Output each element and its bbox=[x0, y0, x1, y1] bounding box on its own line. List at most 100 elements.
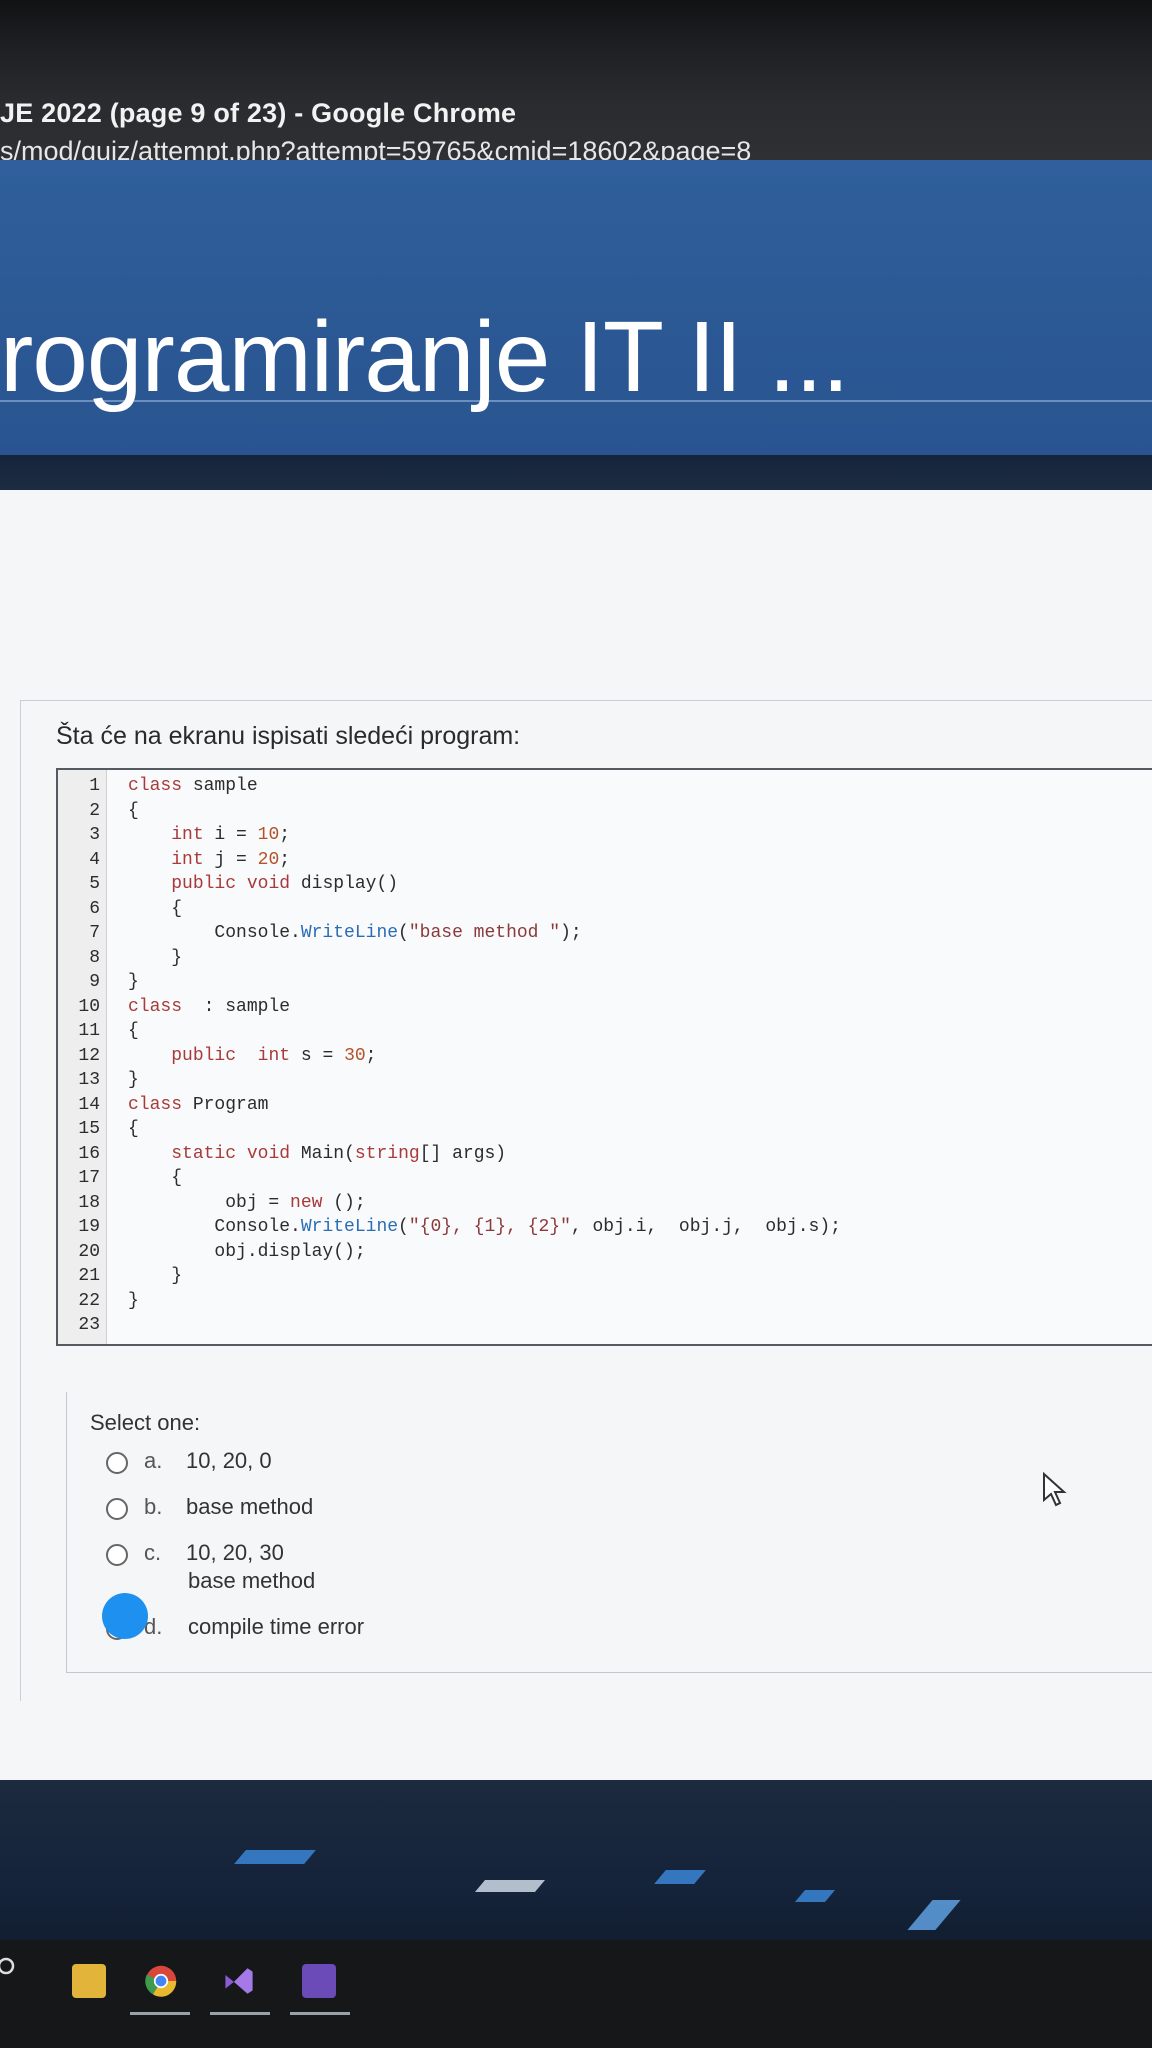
wallpaper-streak bbox=[654, 1870, 706, 1884]
code-line: 23 bbox=[58, 1315, 1152, 1339]
code-line: 14 class Program bbox=[58, 1095, 1152, 1119]
code-text: public void display() bbox=[171, 874, 399, 894]
app-icon[interactable] bbox=[302, 1964, 336, 1998]
touch-indicator bbox=[102, 1593, 148, 1639]
code-line: 2{ bbox=[58, 801, 1152, 825]
search-icon[interactable] bbox=[0, 1956, 22, 1986]
code-text: { bbox=[128, 1119, 139, 1139]
line-number: 1 bbox=[89, 776, 100, 796]
line-number: 8 bbox=[89, 947, 100, 968]
code-text: { bbox=[128, 800, 139, 821]
code-line: 3 int i = 10; bbox=[58, 825, 1152, 849]
code-line: 4 int j = 20; bbox=[58, 850, 1152, 874]
mouse-cursor-icon bbox=[1043, 1471, 1067, 1507]
code-line: 20 obj.display(); bbox=[58, 1242, 1152, 1266]
line-number: 18 bbox=[78, 1192, 100, 1213]
wallpaper-streak bbox=[907, 1900, 961, 1930]
code-text: obj = new (); bbox=[128, 1192, 366, 1213]
option-text: base method bbox=[186, 1494, 314, 1519]
code-text: obj.display(); bbox=[128, 1241, 366, 1262]
question-prompt: Šta će na ekranu ispisati sledeći progra… bbox=[56, 722, 521, 750]
course-title[interactable]: rogramiranje IT II ... bbox=[0, 300, 850, 415]
taskbar-active-indicator bbox=[210, 2012, 270, 2015]
code-text: class sample bbox=[128, 776, 258, 796]
code-text: { bbox=[128, 1021, 139, 1041]
code-text: int j = 20; bbox=[171, 849, 291, 870]
code-text: } bbox=[128, 1070, 139, 1090]
code-line: 12 public int s = 30; bbox=[58, 1046, 1152, 1070]
code-line: 9} bbox=[58, 972, 1152, 996]
window-title: JE 2022 (page 9 of 23) - Google Chrome bbox=[0, 98, 517, 128]
taskbar-active-indicator bbox=[130, 2012, 190, 2015]
line-number: 4 bbox=[89, 849, 100, 870]
line-number: 11 bbox=[78, 1021, 100, 1041]
line-number: 19 bbox=[78, 1217, 100, 1237]
code-text: Console.WriteLine("base method "); bbox=[128, 923, 582, 943]
code-text: Console.WriteLine("{0}, {1}, {2}", obj.i… bbox=[128, 1217, 841, 1237]
browser-title-bar: JE 2022 (page 9 of 23) - Google Chrome s… bbox=[0, 0, 1152, 166]
line-number: 16 bbox=[78, 1143, 100, 1164]
line-number: 7 bbox=[89, 923, 100, 943]
option-letter: b. bbox=[144, 1494, 163, 1519]
option-text: 10, 20, 0 bbox=[186, 1448, 272, 1473]
line-number: 3 bbox=[89, 825, 100, 845]
code-line: 13} bbox=[58, 1070, 1152, 1094]
code-line: 16 static void Main(string[] args) bbox=[58, 1144, 1152, 1168]
code-text: { bbox=[128, 898, 183, 919]
code-line: 6 { bbox=[58, 899, 1152, 923]
radio-c[interactable] bbox=[106, 1544, 128, 1566]
code-line: 10 class : sample bbox=[58, 997, 1152, 1021]
code-text: } bbox=[128, 972, 139, 992]
code-line: 7 Console.WriteLine("base method "); bbox=[58, 923, 1152, 947]
code-line: 18 obj = new (); bbox=[58, 1193, 1152, 1217]
code-line: 19 Console.WriteLine("{0}, {1}, {2}", ob… bbox=[58, 1217, 1152, 1241]
option-letter: a. bbox=[144, 1448, 163, 1473]
option-text: 10, 20, 30 bbox=[186, 1540, 284, 1565]
line-number: 2 bbox=[89, 800, 100, 821]
line-number: 17 bbox=[78, 1168, 100, 1188]
code-text: static void Main(string[] args) bbox=[171, 1143, 507, 1164]
line-number: 23 bbox=[78, 1315, 100, 1335]
header-bottom-band bbox=[0, 455, 1152, 495]
line-number: 9 bbox=[89, 972, 100, 992]
line-number: 6 bbox=[89, 898, 100, 919]
code-text: } bbox=[128, 1266, 183, 1286]
wallpaper-streak bbox=[234, 1850, 316, 1864]
line-number: 20 bbox=[78, 1241, 100, 1262]
radio-b[interactable] bbox=[106, 1498, 128, 1520]
code-text: public int s = 30; bbox=[171, 1045, 377, 1066]
line-number: 14 bbox=[78, 1094, 100, 1115]
line-number: 5 bbox=[89, 874, 100, 894]
chrome-icon[interactable] bbox=[144, 1964, 178, 1998]
code-line: 15 { bbox=[58, 1119, 1152, 1143]
code-text: } bbox=[128, 1290, 139, 1311]
wallpaper-streak bbox=[474, 1880, 546, 1892]
option-text: compile time error bbox=[188, 1614, 365, 1639]
code-text: int i = 10; bbox=[171, 825, 291, 845]
code-line: 5 public void display() bbox=[58, 874, 1152, 898]
radio-a[interactable] bbox=[106, 1452, 128, 1474]
file-explorer-icon[interactable] bbox=[72, 1964, 106, 1998]
code-block: 1 class sample 2{3 int i = 10; 4 int j = 20… bbox=[56, 768, 1152, 1346]
option-text-line2: base method bbox=[188, 1568, 316, 1593]
line-number: 13 bbox=[78, 1070, 100, 1090]
line-number: 21 bbox=[78, 1266, 100, 1286]
code-line: 17 { bbox=[58, 1168, 1152, 1192]
taskbar-active-indicator bbox=[290, 2012, 350, 2015]
code-line: 21 } bbox=[58, 1266, 1152, 1290]
wallpaper-streak bbox=[794, 1890, 836, 1902]
code-text: class Program bbox=[128, 1094, 269, 1115]
visual-studio-icon[interactable] bbox=[222, 1964, 256, 1998]
code-line: 8 } bbox=[58, 948, 1152, 972]
option-letter: c. bbox=[144, 1540, 162, 1565]
line-number: 12 bbox=[78, 1045, 100, 1066]
code-line: 1 class sample bbox=[58, 776, 1152, 800]
select-one-label: Select one: bbox=[90, 1410, 201, 1435]
code-text: } bbox=[128, 947, 183, 968]
code-text: { bbox=[128, 1168, 183, 1188]
code-line: 11 { bbox=[58, 1021, 1152, 1045]
code-text: class : sample bbox=[128, 996, 291, 1017]
line-number: 10 bbox=[78, 996, 100, 1017]
line-number: 15 bbox=[78, 1119, 100, 1139]
line-number: 22 bbox=[78, 1290, 100, 1311]
